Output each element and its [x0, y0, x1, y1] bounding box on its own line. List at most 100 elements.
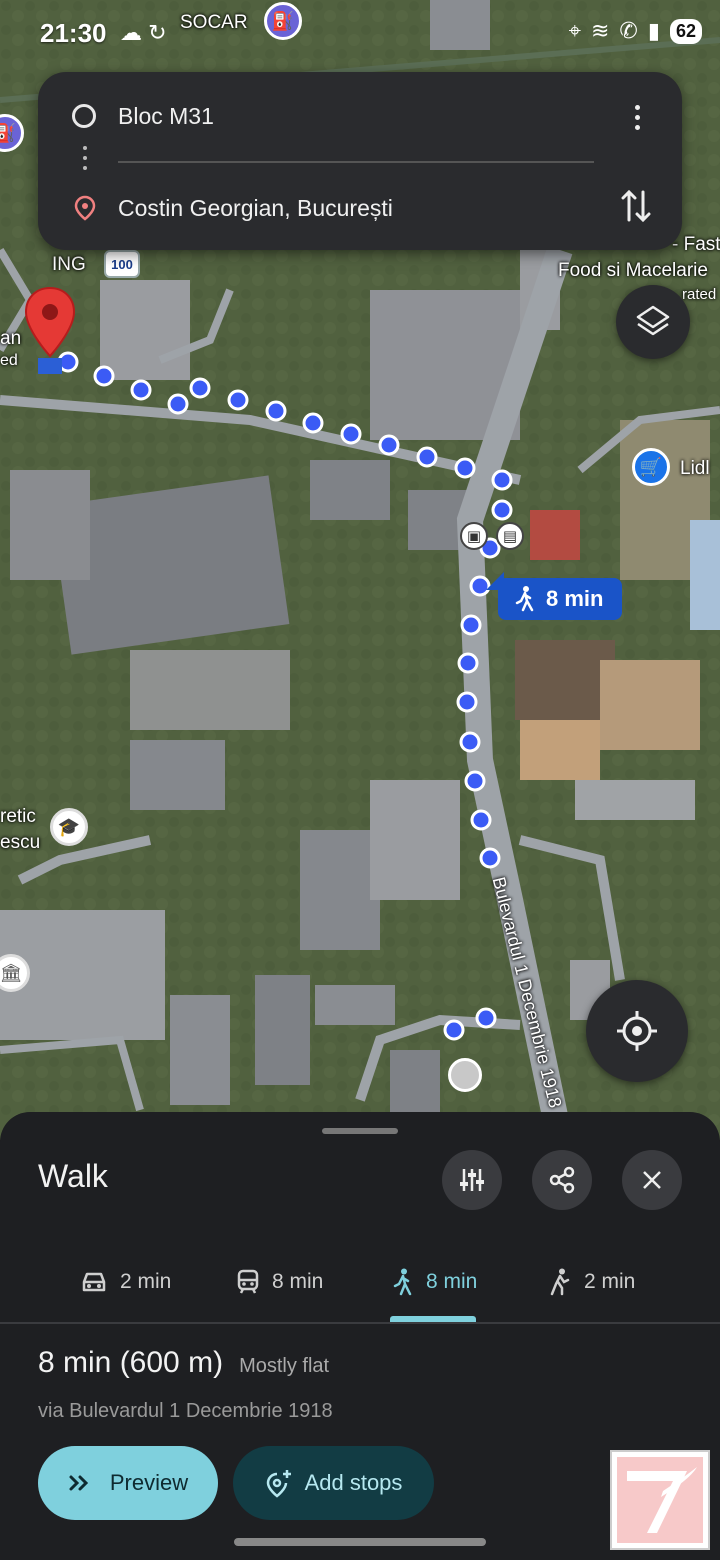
share-button[interactable]: [532, 1150, 592, 1210]
rideshare-icon: [550, 1268, 570, 1296]
route-dot: [340, 423, 362, 445]
tab-transit[interactable]: 8 min: [236, 1242, 323, 1322]
swap-icon[interactable]: [620, 186, 652, 226]
route-dot: [443, 1019, 465, 1041]
car-icon: [82, 1272, 106, 1292]
route-dot: [416, 446, 438, 468]
shopping-cart-icon[interactable]: 🛒: [632, 448, 670, 486]
route-dot: [475, 1007, 497, 1029]
route-dot: [457, 652, 479, 674]
map-label-lidl[interactable]: Lidl: [680, 458, 710, 480]
tab-rideshare[interactable]: 2 min: [546, 1242, 635, 1322]
route-terrain: Mostly flat: [239, 1355, 330, 1377]
sheet-title: Walk: [38, 1158, 108, 1194]
bus-stop-icon[interactable]: ▤: [496, 522, 524, 550]
signal-icon: ▮: [647, 18, 660, 43]
options-button[interactable]: [442, 1150, 502, 1210]
preview-button[interactable]: Preview: [38, 1446, 218, 1520]
home-indicator[interactable]: [234, 1538, 486, 1546]
tab-drive[interactable]: 2 min: [80, 1242, 171, 1322]
share-icon: [549, 1166, 575, 1194]
map-label-ed: ed: [0, 352, 18, 369]
destination-marker-icon: [74, 195, 96, 221]
destination-pin-icon[interactable]: [24, 286, 76, 376]
route-dot: [227, 389, 249, 411]
walk-duration-chip[interactable]: 8 min: [498, 578, 622, 620]
sheet-divider: [0, 1322, 720, 1324]
route-duration-distance: 8 min (600 m): [38, 1346, 224, 1379]
walk-chip-label: 8 min: [546, 586, 604, 611]
route-card: Bloc M31 Costin Georgian, București: [38, 72, 682, 250]
route-dot: [459, 731, 481, 753]
route-dot: [189, 377, 211, 399]
battery-indicator: 62: [669, 18, 702, 44]
cloud-icon: ☁: [120, 20, 142, 45]
add-stops-label: Add stops: [304, 1470, 403, 1495]
map-label-retic[interactable]: retic: [0, 806, 36, 828]
destination-text[interactable]: Costin Georgian, București: [118, 195, 393, 222]
double-chevron-icon: [69, 1475, 88, 1491]
call-icon: ✆: [619, 18, 638, 43]
location-icon: ⌖: [568, 18, 581, 43]
add-location-icon: [266, 1470, 291, 1498]
route-dot: [460, 614, 482, 636]
status-right-icons: ⌖ ≋ ✆ ▮ 62: [569, 18, 702, 44]
route-card-divider: [118, 161, 594, 163]
route-dot: [479, 847, 501, 869]
route-dot: [265, 400, 287, 422]
transit-icon: [237, 1269, 259, 1294]
map-label-an[interactable]: an: [0, 328, 21, 350]
map-label-ing[interactable]: ING: [52, 254, 86, 276]
route-dot: [491, 469, 513, 491]
route-dot: [491, 499, 513, 521]
my-location-button[interactable]: [586, 980, 688, 1082]
map-label-food[interactable]: Food si Macelarie: [558, 260, 708, 282]
tab-walk-label: 8 min: [426, 1270, 478, 1293]
route-dot: [302, 412, 324, 434]
school-icon[interactable]: 🎓: [50, 808, 88, 846]
destination-row[interactable]: Costin Georgian, București: [38, 178, 682, 238]
train-stop-icon[interactable]: ▣: [460, 522, 488, 550]
close-icon: [643, 1171, 661, 1189]
watermark-logo: [610, 1450, 710, 1550]
status-time: 21:30: [40, 18, 107, 48]
ing-badge[interactable]: 100: [104, 250, 140, 278]
layers-button[interactable]: [616, 285, 690, 359]
active-tab-indicator: [390, 1316, 476, 1322]
tune-icon: [460, 1169, 484, 1191]
tab-rideshare-label: 2 min: [584, 1270, 636, 1293]
map-label-escu[interactable]: escu: [0, 832, 40, 854]
route-dot: [93, 365, 115, 387]
route-dot: [464, 770, 486, 792]
walk-chip-icon: [515, 586, 534, 612]
layers-icon: [636, 305, 670, 336]
tab-transit-label: 8 min: [272, 1270, 324, 1293]
tab-walk[interactable]: 8 min: [392, 1242, 477, 1322]
route-summary: 8 min (600 m) Mostly flat: [38, 1346, 329, 1380]
route-dot: [454, 457, 476, 479]
map-label-rated: rated: [682, 286, 717, 303]
origin-row[interactable]: Bloc M31: [38, 86, 682, 146]
my-location-icon: [617, 1011, 657, 1051]
route-dot: [456, 691, 478, 713]
route-dot: [130, 379, 152, 401]
route-connector-dots: [83, 146, 87, 176]
status-left-icons: ☁ ↻: [120, 20, 167, 46]
route-dot: [378, 434, 400, 456]
directions-sheet: Walk 2 min 8 min 8 min 2 min 8 min (600 …: [0, 1112, 720, 1560]
status-bar: 21:30 ☁ ↻ ⌖ ≋ ✆ ▮ 62: [0, 0, 720, 64]
route-dot: [167, 393, 189, 415]
travel-mode-tabs: 2 min 8 min 8 min 2 min: [0, 1242, 720, 1322]
add-stops-button[interactable]: Add stops: [233, 1446, 434, 1520]
wifi-icon: ≋: [590, 18, 610, 43]
origin-marker: [448, 1058, 482, 1092]
preview-label: Preview: [109, 1470, 189, 1495]
tab-drive-label: 2 min: [120, 1270, 172, 1293]
walk-icon: [393, 1268, 412, 1296]
route-dot: [470, 809, 492, 831]
sheet-drag-handle[interactable]: [322, 1128, 398, 1134]
route-via: via Bulevardul 1 Decembrie 1918: [38, 1400, 333, 1422]
origin-text[interactable]: Bloc M31: [118, 103, 214, 130]
close-button[interactable]: [622, 1150, 682, 1210]
more-vert-icon[interactable]: [622, 102, 652, 132]
